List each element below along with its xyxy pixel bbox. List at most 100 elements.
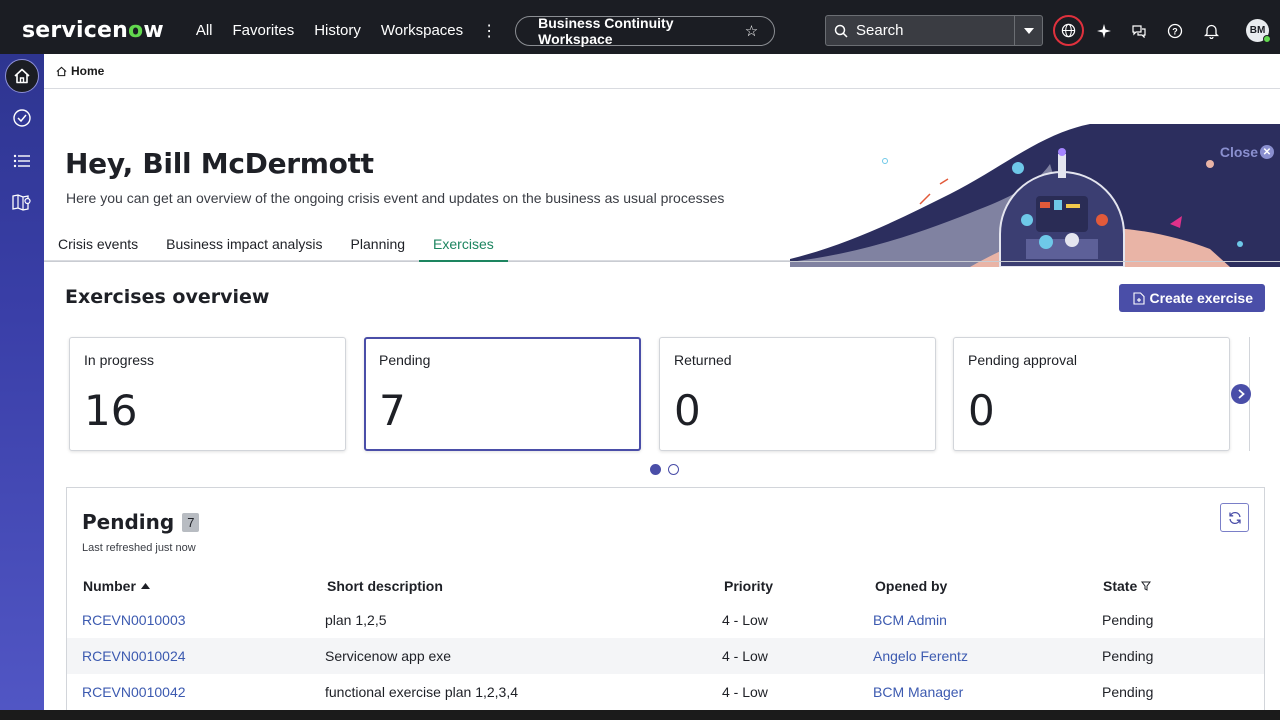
card-pending-approval[interactable]: Pending approval 0 [953,337,1230,451]
breadcrumb-home[interactable]: Home [71,64,104,78]
record-number-link[interactable]: RCEVN0010024 [82,648,186,664]
user-avatar[interactable]: BM [1246,19,1271,43]
cell-short-description: functional exercise plan 1,2,3,4 [325,684,519,700]
top-navigation-bar: servicenow All Favorites History Workspa… [0,0,1280,61]
nav-favorites[interactable]: Favorites [231,18,297,43]
card-returned[interactable]: Returned 0 [659,337,936,451]
add-document-icon [1133,291,1146,305]
tab-planning[interactable]: Planning [337,226,420,262]
page-title: Hey, Bill McDermott [65,147,374,180]
global-search: Search [825,15,1043,46]
carousel-page-1[interactable] [650,464,661,475]
refresh-icon [1228,511,1241,524]
card-in-progress[interactable]: In progress 16 [69,337,346,451]
refresh-button[interactable] [1220,503,1249,532]
main-content: Home Hey, Bill McDermott Here you can ge… [44,54,1280,710]
record-number-link[interactable]: RCEVN0010042 [82,684,186,700]
record-number-link[interactable]: RCEVN0010003 [82,612,186,628]
globe-icon [1061,23,1076,38]
opened-by-link[interactable]: Angelo Ferentz [873,648,968,664]
close-icon: ✕ [1260,145,1274,159]
check-circle-icon [13,109,31,127]
help-button[interactable]: ? [1161,17,1189,45]
column-short-description[interactable]: Short description [327,578,443,594]
close-banner-button[interactable]: Close ✕ [1220,144,1274,160]
carousel-page-2[interactable] [668,464,679,475]
sidebar-home[interactable] [5,59,39,93]
search-icon [834,24,848,38]
tab-exercises[interactable]: Exercises [419,226,508,262]
tab-crisis-events[interactable]: Crisis events [44,226,152,262]
workspace-sidebar [0,54,44,710]
cell-short-description: plan 1,2,5 [325,612,387,628]
workspace-pill[interactable]: Business Continuity Workspace ☆ [515,15,776,47]
carousel-next-button[interactable] [1231,384,1251,404]
nav-history[interactable]: History [312,18,363,43]
home-icon [14,68,30,84]
table-row[interactable]: RCEVN0010042 functional exercise plan 1,… [67,674,1264,710]
cell-short-description: Servicenow app exe [325,648,452,664]
cell-state: Pending [1102,684,1154,700]
map-icon [12,194,31,211]
scope-globe-button[interactable] [1053,15,1084,46]
card-value: 16 [84,386,138,435]
table-row[interactable]: RCEVN0010024 Servicenow app exe 4 - Low … [67,638,1264,674]
bell-icon [1203,24,1219,39]
cell-state: Pending [1102,648,1154,664]
card-value: 7 [379,386,406,435]
card-label: In progress [84,352,155,368]
now-assist-button[interactable] [1090,17,1118,45]
carousel-pagination [650,464,686,475]
sidebar-tasks[interactable] [5,101,39,135]
home-icon [56,66,67,76]
card-label: Returned [674,352,732,368]
tab-business-impact-analysis[interactable]: Business impact analysis [152,226,336,262]
cell-state: Pending [1102,612,1154,628]
nav-all[interactable]: All [194,18,215,43]
pending-list-panel: Pending 7 Last refreshed just now Number… [66,487,1265,710]
window-bottom-edge [0,710,1280,720]
list-title: Pending 7 [82,510,200,534]
nav-workspaces[interactable]: Workspaces [379,18,465,43]
opened-by-link[interactable]: BCM Admin [873,612,947,628]
card-pending[interactable]: Pending 7 [364,337,641,451]
count-badge: 7 [182,512,200,532]
more-menu-icon[interactable]: ⋮ [481,21,497,41]
card-value: 0 [968,386,995,435]
card-label: Pending approval [968,352,1077,368]
cell-priority: 4 - Low [722,684,768,700]
star-icon[interactable]: ☆ [745,22,758,40]
section-title: Exercises overview [65,286,270,308]
chevron-down-icon [1023,27,1034,34]
workspace-tabs: Crisis events Business impact analysis P… [44,226,1280,262]
column-state[interactable]: State [1103,578,1152,594]
chat-icon [1132,25,1146,38]
chat-button[interactable] [1125,17,1153,45]
sidebar-lists[interactable] [5,144,39,178]
column-opened-by[interactable]: Opened by [875,578,947,594]
svg-text:?: ? [1172,27,1178,37]
column-number[interactable]: Number [83,578,150,594]
online-status-indicator [1263,35,1271,43]
page-subtitle: Here you can get an overview of the ongo… [66,190,725,206]
servicenow-logo[interactable]: servicenow [22,18,164,43]
search-scope-dropdown[interactable] [1014,16,1042,45]
create-exercise-button[interactable]: Create exercise [1119,284,1265,312]
table-header: Number Short description Priority Opened… [67,570,1264,602]
list-icon [13,154,30,168]
card-label: Pending [379,352,431,368]
last-refreshed-text: Last refreshed just now [82,542,196,554]
breadcrumb: Home [44,54,1280,89]
search-input[interactable]: Search [826,16,1014,45]
table-row[interactable]: RCEVN0010003 plan 1,2,5 4 - Low BCM Admi… [67,602,1264,638]
sidebar-maps[interactable] [5,186,39,220]
opened-by-link[interactable]: BCM Manager [873,684,963,700]
cell-priority: 4 - Low [722,648,768,664]
filter-icon [1141,581,1152,591]
main-nav: All Favorites History Workspaces [186,18,473,43]
column-priority[interactable]: Priority [724,578,773,594]
cell-priority: 4 - Low [722,612,768,628]
sparkle-icon [1097,24,1111,38]
help-icon: ? [1167,23,1183,39]
notifications-button[interactable] [1197,17,1225,45]
